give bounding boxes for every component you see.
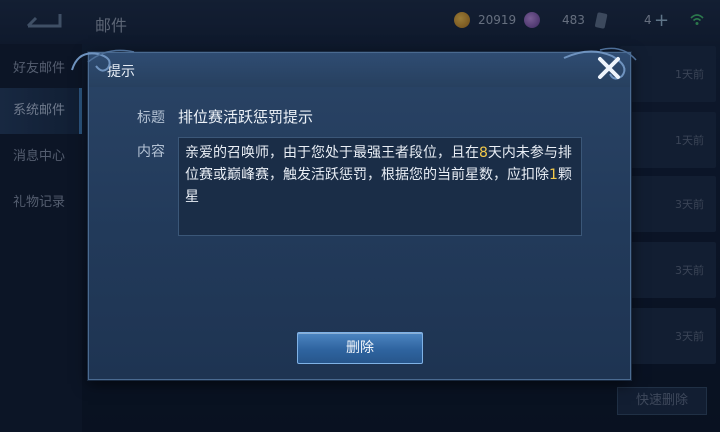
mail-screen: 邮件 20919 483 4 + 好友邮件 系统邮件 消息中心 礼物记录 1天前…	[0, 0, 720, 432]
subject-label: 标题	[137, 110, 165, 126]
mail-content: 亲爱的召唤师，由于您处于最强王者段位，且在8天内未参与排位赛或巅峰赛，触发活跃惩…	[178, 137, 582, 236]
days-value: 8	[479, 145, 488, 161]
mail-subject: 排位赛活跃惩罚提示	[178, 108, 314, 126]
delete-button[interactable]: 删除	[297, 332, 423, 364]
content-label: 内容	[137, 144, 165, 160]
dialog-header: 提示	[89, 53, 630, 87]
close-icon[interactable]	[595, 54, 623, 82]
stars-value: 1	[549, 167, 558, 183]
content-text: 亲爱的召唤师，由于您处于最强王者段位，且在	[185, 145, 479, 161]
swirl-ornament-icon	[71, 49, 135, 72]
